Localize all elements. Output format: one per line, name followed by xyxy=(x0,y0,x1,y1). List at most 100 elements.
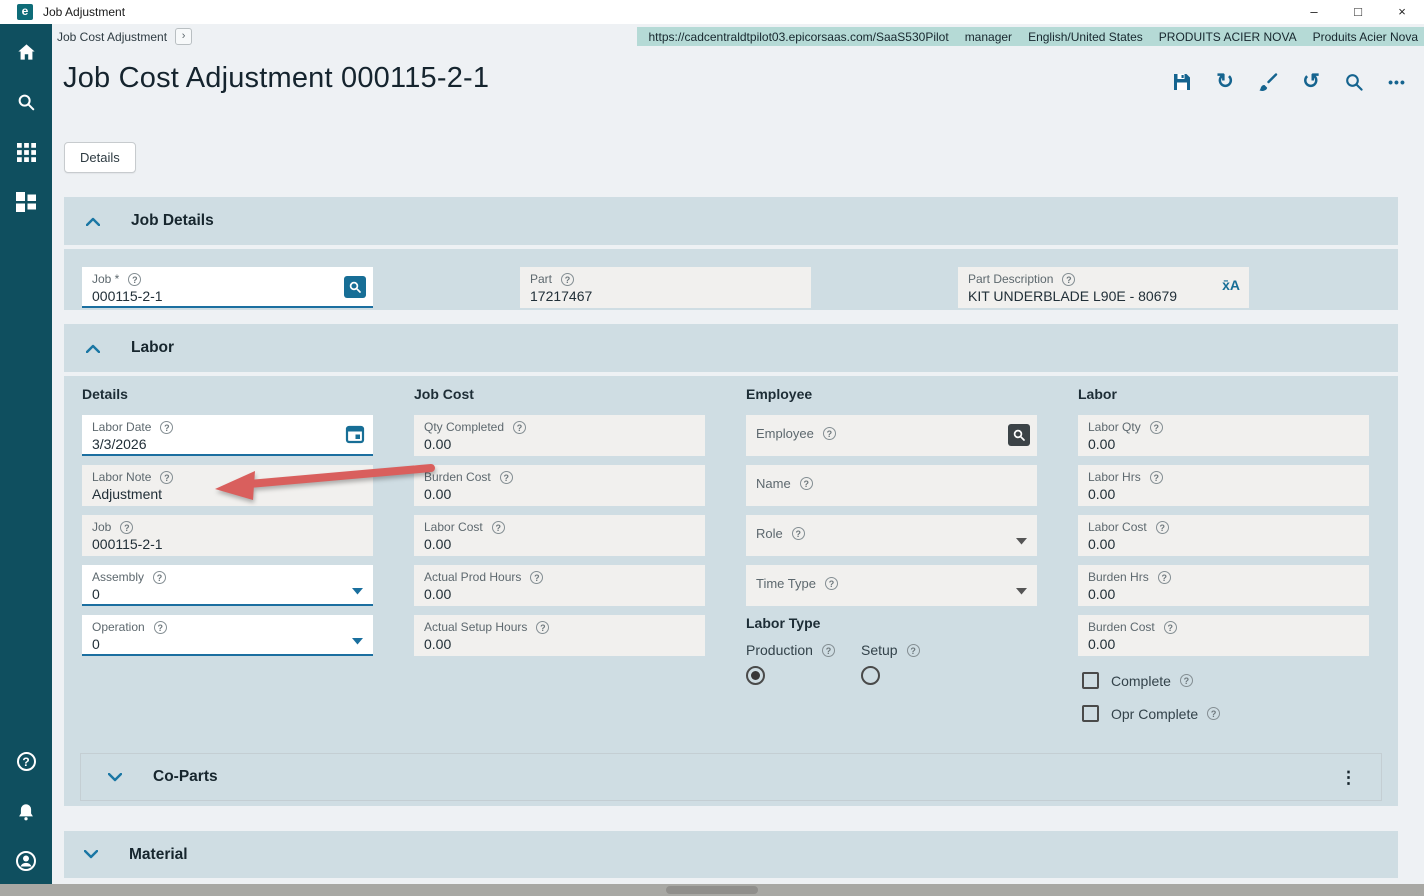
help-icon[interactable]: ? xyxy=(513,420,527,434)
home-icon[interactable] xyxy=(15,41,37,63)
radio-setup[interactable]: Setup? xyxy=(861,642,920,685)
part-field: Part? 17217467 xyxy=(520,267,811,308)
qty-completed-field: Qty Completed? 0.00 xyxy=(414,415,705,456)
app-menu-icon[interactable] xyxy=(15,141,37,163)
sidebar: ? xyxy=(0,24,52,884)
help-icon[interactable]: ? xyxy=(1149,470,1163,484)
help-icon[interactable]: ? xyxy=(1157,570,1171,584)
material-section[interactable]: Material xyxy=(64,831,1398,878)
labor-title: Labor xyxy=(131,339,175,356)
calendar-icon[interactable] xyxy=(345,424,365,449)
opr-complete-checkbox[interactable] xyxy=(1082,705,1099,722)
chevron-down-icon[interactable] xyxy=(352,632,363,650)
help-icon[interactable]: ? xyxy=(824,576,838,590)
help-icon[interactable]: ? xyxy=(160,470,174,484)
chevron-down-icon[interactable] xyxy=(1016,582,1027,600)
help-icon[interactable]: ? xyxy=(160,420,174,434)
close-button[interactable]: × xyxy=(1380,0,1424,24)
environment-bar: https://cadcentraldtpilot03.epicorsaas.c… xyxy=(636,27,1424,46)
help-icon[interactable]: ? xyxy=(530,570,544,584)
help-icon[interactable]: ? xyxy=(822,426,836,440)
job-field[interactable]: Job *? 000115-2-1 xyxy=(82,267,373,308)
collapse-up-icon[interactable] xyxy=(86,217,100,226)
tab-details[interactable]: Details xyxy=(64,142,136,173)
chevron-down-icon[interactable] xyxy=(1016,532,1027,550)
help-icon[interactable]: ? xyxy=(1062,272,1076,286)
help-icon[interactable]: ? xyxy=(1179,674,1193,687)
help-icon[interactable]: ? xyxy=(153,570,167,584)
assembly-dropdown[interactable]: Assembly? 0 xyxy=(82,565,373,606)
labor-cost-total-field: Labor Cost? 0.00 xyxy=(1078,515,1369,556)
production-radio-button[interactable] xyxy=(746,666,765,685)
help-icon[interactable]: ? xyxy=(791,526,805,540)
radio-production[interactable]: Production? xyxy=(746,642,835,685)
help-icon[interactable]: ? xyxy=(1155,520,1169,534)
setup-radio-button[interactable] xyxy=(861,666,880,685)
account-icon[interactable] xyxy=(15,850,37,872)
search-icon[interactable] xyxy=(1343,70,1365,94)
job-details-header[interactable]: Job Details xyxy=(64,197,1398,245)
help-icon[interactable]: ? xyxy=(499,470,513,484)
labor-group-title: Labor xyxy=(1078,386,1117,402)
labor-cost-field: Labor Cost? 0.00 xyxy=(414,515,705,556)
opr-complete-checkbox-row[interactable]: Opr Complete ? xyxy=(1082,705,1369,722)
collapse-down-icon[interactable] xyxy=(84,850,98,859)
complete-checkbox[interactable] xyxy=(1082,672,1099,689)
job-lookup-icon[interactable] xyxy=(344,276,366,298)
job-readonly-field: Job? 000115-2-1 xyxy=(82,515,373,556)
breadcrumb-chevron-button[interactable]: › xyxy=(175,28,193,45)
clear-brush-icon[interactable] xyxy=(1257,70,1279,94)
chevron-down-icon[interactable] xyxy=(352,582,363,600)
complete-checkbox-row[interactable]: Complete ? xyxy=(1082,672,1369,689)
employee-group-title: Employee xyxy=(746,386,813,402)
breadcrumb: Job Cost Adjustment › xyxy=(57,28,193,45)
actual-prod-hours-field: Actual Prod Hours? 0.00 xyxy=(414,565,705,606)
job-adjustment-window: e Job Adjustment – □ × ? Job Cost Adjust… xyxy=(0,0,1424,896)
labor-totals-column: Labor Labor Qty? 0.00 Labor Hrs? 0.00 La… xyxy=(1078,376,1369,722)
overflow-menu-icon[interactable]: ••• xyxy=(1386,70,1408,94)
refresh-icon[interactable]: ↻ xyxy=(1214,70,1236,94)
notifications-bell-icon[interactable] xyxy=(15,800,37,822)
maximize-button[interactable]: □ xyxy=(1336,0,1380,24)
help-icon[interactable]: ? xyxy=(536,620,550,634)
help-icon[interactable]: ? xyxy=(15,750,37,772)
undo-icon[interactable]: ↺ xyxy=(1300,70,1322,94)
time-type-dropdown: Time Type? xyxy=(746,565,1037,606)
operation-dropdown[interactable]: Operation? 0 xyxy=(82,615,373,656)
labor-qty-field: Labor Qty? 0.00 xyxy=(1078,415,1369,456)
help-icon[interactable]: ? xyxy=(561,272,575,286)
env-locale: English/United States xyxy=(1028,29,1143,44)
burden-hrs-field: Burden Hrs? 0.00 xyxy=(1078,565,1369,606)
employee-field: Employee? xyxy=(746,415,1037,456)
co-parts-title: Co-Parts xyxy=(153,768,218,785)
window-titlebar: e Job Adjustment – □ × xyxy=(0,0,1424,24)
co-parts-section[interactable]: Co-Parts ⋮ xyxy=(80,753,1382,801)
help-icon[interactable]: ? xyxy=(821,643,835,657)
collapse-down-icon[interactable] xyxy=(108,772,122,782)
part-description-field: Part Description? KIT UNDERBLADE L90E - … xyxy=(958,267,1249,308)
help-icon[interactable]: ? xyxy=(491,520,505,534)
details-group-title: Details xyxy=(82,386,128,402)
kebab-menu-icon[interactable]: ⋮ xyxy=(1340,768,1357,788)
help-icon[interactable]: ? xyxy=(128,272,142,286)
help-icon[interactable]: ? xyxy=(1207,707,1221,720)
help-icon[interactable]: ? xyxy=(1149,420,1163,434)
search-icon[interactable] xyxy=(15,91,37,113)
env-user: manager xyxy=(964,29,1013,44)
dashboard-icon[interactable] xyxy=(15,191,37,213)
help-icon[interactable]: ? xyxy=(1163,620,1177,634)
help-icon[interactable]: ? xyxy=(799,476,813,490)
translate-icon[interactable]: x̄A xyxy=(1222,277,1240,293)
minimize-button[interactable]: – xyxy=(1292,0,1336,24)
help-icon[interactable]: ? xyxy=(906,643,920,657)
labor-header[interactable]: Labor xyxy=(64,324,1398,372)
labor-date-field[interactable]: Labor Date? 3/3/2026 xyxy=(82,415,373,456)
material-title: Material xyxy=(129,845,188,863)
collapse-up-icon[interactable] xyxy=(86,344,100,353)
help-icon[interactable]: ? xyxy=(120,520,134,534)
help-icon[interactable]: ? xyxy=(153,620,167,634)
employee-lookup-icon[interactable] xyxy=(1008,424,1030,446)
save-icon[interactable] xyxy=(1171,70,1193,94)
job-details-body: Job *? 000115-2-1 Part? 17217467 Part De… xyxy=(64,249,1398,310)
breadcrumb-link[interactable]: Job Cost Adjustment xyxy=(57,30,167,44)
